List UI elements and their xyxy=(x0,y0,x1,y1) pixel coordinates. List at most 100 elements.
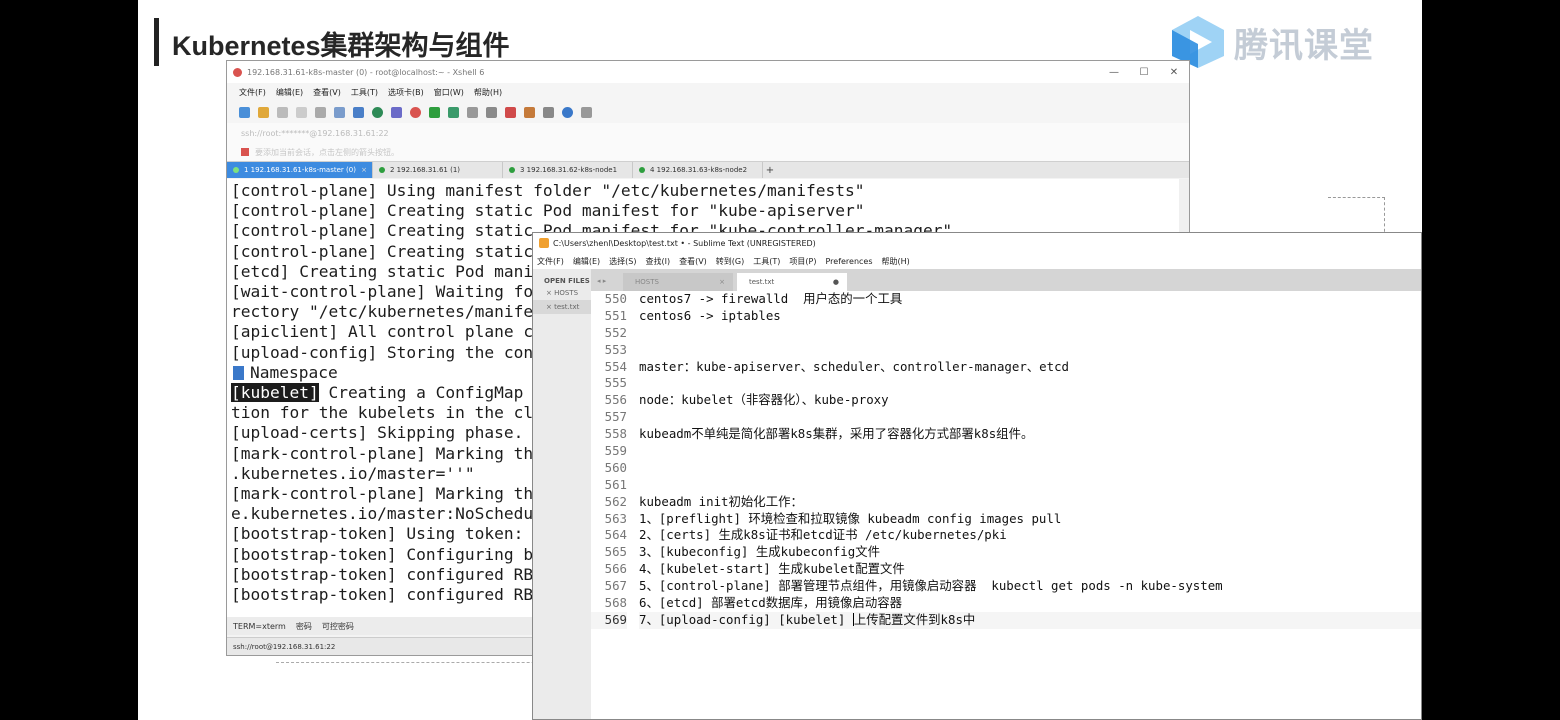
sublime-tab-bar: ◂ ▸ HOSTS × test.txt ● xyxy=(591,269,1421,291)
code-line: master：kube-apiserver、scheduler、controll… xyxy=(639,358,1070,374)
code-editor[interactable]: centos7 -> firewalld 用户态的一个工具 centos6 -> … xyxy=(639,291,1421,719)
close-button[interactable]: ✕ xyxy=(1159,67,1189,78)
xshell-app-icon xyxy=(233,67,242,77)
sublime-titlebar[interactable]: C:\Users\zhenl\Desktop\test.txt • - Subl… xyxy=(533,233,1421,253)
script-icon[interactable] xyxy=(505,106,516,118)
menu-find[interactable]: 查找(I) xyxy=(645,256,670,267)
address-bar[interactable]: ssh://root:*******@192.168.31.61:22 xyxy=(227,123,1189,143)
tab-k8s-master[interactable]: 1 192.168.31.61-k8s-master (0) × xyxy=(227,162,373,178)
lock-icon[interactable] xyxy=(467,106,478,118)
password-label[interactable]: 密码 xyxy=(296,621,312,632)
line-number: 565 xyxy=(604,544,627,560)
close-icon[interactable]: × xyxy=(719,278,725,286)
properties-icon[interactable] xyxy=(353,106,364,118)
xshell-titlebar[interactable]: 192.168.31.61-k8s-master (0) - root@loca… xyxy=(227,61,1189,83)
menu-view[interactable]: 查看(V) xyxy=(313,87,341,98)
open-files-header: OPEN FILES xyxy=(544,277,590,285)
code-line: centos6 -> iptables xyxy=(639,307,781,323)
menu-file[interactable]: 文件(F) xyxy=(239,87,266,98)
code-line: kubeadm init初始化工作： xyxy=(639,493,803,509)
xshell-window-title: 192.168.31.61-k8s-master (0) - root@loca… xyxy=(247,67,485,77)
line-number: 552 xyxy=(604,324,627,340)
tab-192-168-31-61[interactable]: 2 192.168.31.61 (1) xyxy=(373,162,503,178)
line-number: 561 xyxy=(604,476,627,492)
tab-k8s-node1[interactable]: 3 192.168.31.62-k8s-node1 xyxy=(503,162,633,178)
code-line: node：kubelet（非容器化）、kube-proxy xyxy=(639,392,889,408)
disconnect-icon[interactable] xyxy=(277,106,288,118)
menu-tools[interactable]: 工具(T) xyxy=(753,256,780,267)
tab-k8s-node2[interactable]: 4 192.168.31.63-k8s-node2 xyxy=(633,162,763,178)
chat-icon[interactable] xyxy=(581,106,592,118)
menu-help[interactable]: 帮助(H) xyxy=(882,256,910,267)
close-icon[interactable]: × xyxy=(546,303,554,311)
terminal-text: Creating a ConfigMap xyxy=(318,383,524,403)
connection-address: ssh://root@192.168.31.61:22 xyxy=(233,642,336,651)
menu-project[interactable]: 项目(P) xyxy=(789,256,816,267)
menu-tools[interactable]: 工具(T) xyxy=(351,87,378,98)
menu-preferences[interactable]: Preferences xyxy=(825,257,872,266)
layout-icon[interactable] xyxy=(543,106,554,118)
menu-file[interactable]: 文件(F) xyxy=(537,256,564,267)
keyboard-icon[interactable] xyxy=(486,106,497,118)
term-type: TERM=xterm xyxy=(233,621,286,631)
menu-window[interactable]: 窗口(W) xyxy=(434,87,464,98)
code-line: 3、[kubeconfig] 生成kubeconfig文件 xyxy=(639,544,880,560)
address-text: ssh://root:*******@192.168.31.61:22 xyxy=(241,128,389,138)
tab-hosts[interactable]: HOSTS × xyxy=(623,273,733,291)
session-tip-bar: 要添加当前会话，点击左侧的箭头按钮。 xyxy=(227,143,1189,161)
tab-label: HOSTS xyxy=(635,278,659,286)
code-line: 5、[control-plane] 部署管理节点组件，用镜像启动容器 kubec… xyxy=(639,578,1223,594)
expand-icon[interactable] xyxy=(448,106,459,118)
controllable-password-label[interactable]: 可控密码 xyxy=(322,621,354,632)
line-number-gutter: 550 551 552 553 554 555 556 557 558 559 560 561 562 5… xyxy=(591,291,631,719)
code-line: 2、[certs] 生成k8s证书和etcd证书 /etc/kubernetes… xyxy=(639,527,1007,543)
menu-goto[interactable]: 转到(G) xyxy=(716,256,744,267)
tab-nav-arrows[interactable]: ◂ ▸ xyxy=(591,277,623,291)
slide-title: Kubernetes集群架构与组件 xyxy=(172,31,510,61)
menu-selection[interactable]: 选择(S) xyxy=(609,256,636,267)
sublime-window[interactable]: C:\Users\zhenl\Desktop\test.txt • - Subl… xyxy=(532,232,1422,720)
sidebar-file-hosts[interactable]: × HOSTS xyxy=(533,285,591,297)
globe-icon[interactable] xyxy=(372,106,383,118)
font-icon[interactable] xyxy=(391,106,402,118)
sublime-body: OPEN FILES × HOSTS × test.txt ◂ ▸ HOSTS … xyxy=(533,269,1421,719)
menu-edit[interactable]: 编辑(E) xyxy=(276,87,303,98)
close-icon[interactable]: × xyxy=(361,166,367,174)
menu-view[interactable]: 查看(V) xyxy=(679,256,707,267)
maximize-button[interactable]: ☐ xyxy=(1129,67,1159,78)
xftp-icon[interactable] xyxy=(410,106,421,118)
sidebar-file-test[interactable]: × test.txt xyxy=(533,300,591,314)
menu-tabs[interactable]: 选项卡(B) xyxy=(388,87,424,98)
unsaved-dot-icon[interactable]: ● xyxy=(833,278,839,286)
sublime-app-icon xyxy=(539,238,549,248)
close-icon[interactable]: × xyxy=(546,289,554,297)
xagent-icon[interactable] xyxy=(429,106,440,118)
tab-label: test.txt xyxy=(749,278,775,286)
minimize-button[interactable]: — xyxy=(1099,67,1129,78)
paste-icon[interactable] xyxy=(315,106,326,118)
code-line: 4、[kubelet-start] 生成kubelet配置文件 xyxy=(639,561,905,577)
tab-test-txt[interactable]: test.txt ● xyxy=(737,273,847,291)
connected-dot-icon xyxy=(379,167,385,173)
new-session-icon[interactable] xyxy=(239,106,250,118)
add-tab-button[interactable]: + xyxy=(763,162,777,178)
tile-icon[interactable] xyxy=(524,106,535,118)
xshell-tab-bar: 1 192.168.31.61-k8s-master (0) × 2 192.1… xyxy=(227,161,1189,178)
line-number: 556 xyxy=(604,392,627,408)
code-line: 6、[etcd] 部署etcd数据库，用镜像启动容器 xyxy=(639,595,902,611)
menu-help[interactable]: 帮助(H) xyxy=(474,87,502,98)
connected-dot-icon xyxy=(233,167,239,173)
help-icon[interactable] xyxy=(562,106,573,118)
open-folder-icon[interactable] xyxy=(258,106,269,118)
copy-icon[interactable] xyxy=(296,106,307,118)
xshell-menubar: 文件(F) 编辑(E) 查看(V) 工具(T) 选项卡(B) 窗口(W) 帮助(… xyxy=(227,83,1189,101)
tab-label: 4 192.168.31.63-k8s-node2 xyxy=(650,166,748,174)
tab-label: 1 192.168.31.61-k8s-master (0) xyxy=(244,166,356,174)
menu-edit[interactable]: 编辑(E) xyxy=(573,256,600,267)
search-icon[interactable] xyxy=(334,106,345,118)
